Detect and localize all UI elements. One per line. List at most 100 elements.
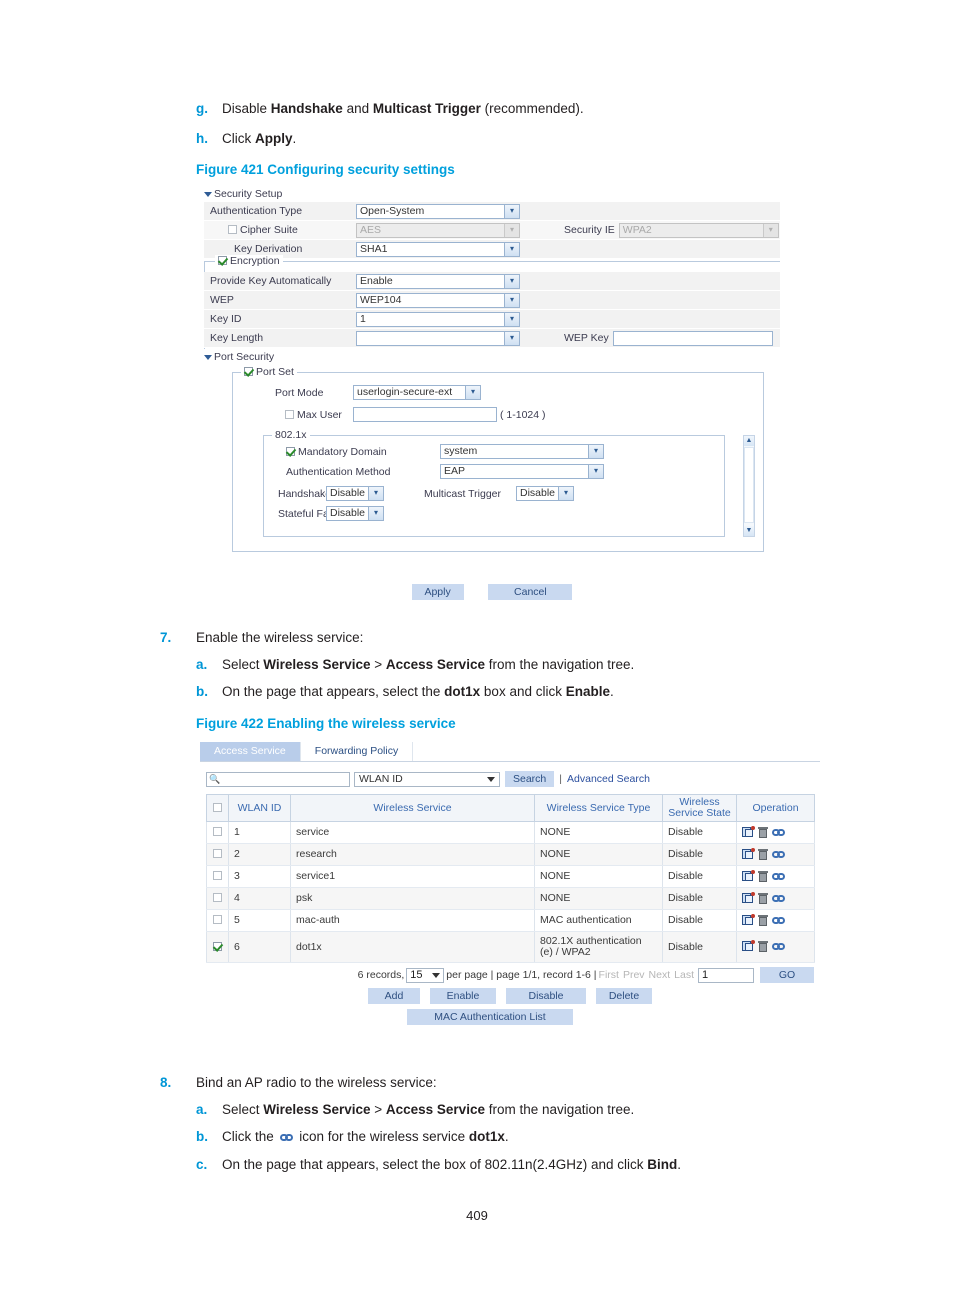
pager-next-link[interactable]: Next <box>649 969 671 981</box>
bind-link-icon[interactable] <box>772 942 786 951</box>
delete-icon[interactable] <box>758 892 768 904</box>
advanced-search-link[interactable]: Advanced Search <box>567 773 650 785</box>
header-wlan-id[interactable]: WLAN ID <box>228 794 291 822</box>
edit-icon[interactable] <box>742 825 755 838</box>
add-button[interactable]: Add <box>368 988 420 1004</box>
edit-icon[interactable] <box>742 940 755 952</box>
checkbox-row-4[interactable] <box>213 893 222 902</box>
apply-button[interactable]: Apply <box>411 584 464 600</box>
select-cipher-suite[interactable]: AES ▾ <box>356 222 520 238</box>
header-wireless-service-type[interactable]: Wireless Service Type <box>534 794 663 822</box>
bind-link-icon[interactable] <box>772 894 786 903</box>
enable-button[interactable]: Enable <box>430 988 496 1004</box>
edit-icon[interactable] <box>742 913 755 926</box>
value-mandatory-domain: system <box>444 445 478 457</box>
select-authentication-method[interactable]: EAP ▾ <box>440 464 604 479</box>
delete-icon[interactable] <box>758 826 768 838</box>
go-button[interactable]: GO <box>760 967 814 983</box>
delete-icon[interactable] <box>758 941 768 953</box>
tab-access-service[interactable]: Access Service <box>200 742 301 761</box>
pager-last-link[interactable]: Last <box>674 969 694 981</box>
select-key-derivation[interactable]: SHA1 ▾ <box>356 241 520 257</box>
bind-link-icon[interactable] <box>772 872 786 881</box>
collapse-triangle-icon[interactable] <box>204 354 212 360</box>
pager-first-link[interactable]: First <box>599 969 619 981</box>
mac-authentication-list-button[interactable]: MAC Authentication List <box>407 1009 573 1025</box>
checkbox-cipher-suite[interactable] <box>228 225 237 234</box>
delete-icon[interactable] <box>758 848 768 860</box>
select-multicast-trigger[interactable]: Disable ▾ <box>516 486 574 501</box>
pager-prev-link[interactable]: Prev <box>623 969 645 981</box>
edit-icon[interactable] <box>742 847 755 860</box>
header-wireless-service[interactable]: Wireless Service <box>290 794 535 822</box>
chevron-down-icon[interactable]: ▾ <box>504 293 519 307</box>
cell-operations-6 <box>736 931 815 963</box>
select-port-mode[interactable]: userlogin-secure-ext ▾ <box>353 385 481 400</box>
checkbox-port-set[interactable] <box>244 367 253 376</box>
select-mandatory-domain[interactable]: system ▾ <box>440 444 604 459</box>
select-key-id[interactable]: 1 ▾ <box>356 311 520 327</box>
checkbox-select-all[interactable] <box>213 802 222 812</box>
checkbox-row-1[interactable] <box>213 827 222 836</box>
label-port-mode: Port Mode <box>275 386 324 399</box>
delete-icon[interactable] <box>758 870 768 882</box>
select-security-ie[interactable]: WPA2 ▾ <box>618 222 779 238</box>
scroll-up-arrow-icon[interactable]: ▲ <box>744 436 754 446</box>
header-wireless-service-state[interactable]: Wireless Service State <box>662 794 737 822</box>
scroll-down-arrow-icon[interactable]: ▼ <box>744 526 754 536</box>
chevron-down-icon[interactable]: ▾ <box>368 507 383 520</box>
chevron-down-icon[interactable] <box>432 972 441 978</box>
select-authentication-type[interactable]: Open-System ▾ <box>356 203 520 219</box>
tab-forwarding-policy[interactable]: Forwarding Policy <box>301 742 414 761</box>
chevron-down-icon[interactable]: ▾ <box>504 223 519 237</box>
scroll-thumb[interactable] <box>744 447 754 523</box>
delete-button[interactable]: Delete <box>596 988 652 1004</box>
search-input[interactable]: 🔍 <box>206 771 350 787</box>
chevron-down-icon[interactable]: ▾ <box>368 487 383 500</box>
cancel-button[interactable]: Cancel <box>488 584 573 600</box>
chevron-down-icon[interactable]: ▾ <box>588 465 603 478</box>
header-operation: Operation <box>736 794 815 822</box>
chevron-down-icon[interactable]: ▾ <box>504 242 519 256</box>
chevron-down-icon[interactable]: ▾ <box>558 487 573 500</box>
edit-icon[interactable] <box>742 891 755 904</box>
page-number-input[interactable]: 1 <box>698 967 754 983</box>
edit-icon[interactable] <box>742 869 755 882</box>
cell-type-5: MAC authentication <box>534 909 663 932</box>
dot1x-scrollbar[interactable]: ▲ ▼ <box>743 435 755 537</box>
checkbox-row-3[interactable] <box>213 871 222 880</box>
chevron-down-icon[interactable]: ▾ <box>504 331 519 345</box>
per-page-select[interactable]: 15 <box>406 967 445 983</box>
cell-wlan-id-3: 3 <box>228 865 291 888</box>
input-wep-key[interactable] <box>612 330 773 346</box>
chevron-down-icon[interactable]: ▾ <box>465 386 480 399</box>
select-stateful-failover[interactable]: Disable ▾ <box>326 506 384 521</box>
search-button[interactable]: Search <box>505 771 555 787</box>
cell-state-6: Disable <box>662 931 737 963</box>
chevron-down-icon[interactable] <box>487 776 495 782</box>
hint-max-user-range: ( 1-1024 ) <box>500 408 546 421</box>
checkbox-row-2[interactable] <box>213 849 222 858</box>
delete-icon[interactable] <box>758 914 768 926</box>
collapse-triangle-icon[interactable] <box>204 191 212 197</box>
bind-link-icon[interactable] <box>772 916 786 925</box>
chevron-down-icon[interactable]: ▾ <box>504 312 519 326</box>
checkbox-row-6[interactable] <box>213 941 222 951</box>
select-provide-key-automatically[interactable]: Enable ▾ <box>356 273 520 289</box>
checkbox-row-5[interactable] <box>213 915 222 924</box>
chevron-down-icon[interactable]: ▾ <box>588 445 603 458</box>
checkbox-max-user[interactable] <box>285 409 294 419</box>
select-key-length[interactable]: ▾ <box>356 330 520 346</box>
bind-link-icon[interactable] <box>772 828 786 837</box>
input-max-user[interactable] <box>353 407 497 422</box>
bind-link-icon[interactable] <box>772 850 786 859</box>
search-field-select[interactable]: WLAN ID <box>354 771 500 787</box>
checkbox-encryption[interactable] <box>218 256 227 265</box>
select-handshake[interactable]: Disable ▾ <box>326 486 384 501</box>
chevron-down-icon[interactable]: ▾ <box>762 223 778 237</box>
select-wep[interactable]: WEP104 ▾ <box>356 292 520 308</box>
chevron-down-icon[interactable]: ▾ <box>504 204 519 218</box>
checkbox-mandatory-domain[interactable] <box>286 446 295 456</box>
chevron-down-icon[interactable]: ▾ <box>504 274 519 288</box>
disable-button[interactable]: Disable <box>506 988 586 1004</box>
